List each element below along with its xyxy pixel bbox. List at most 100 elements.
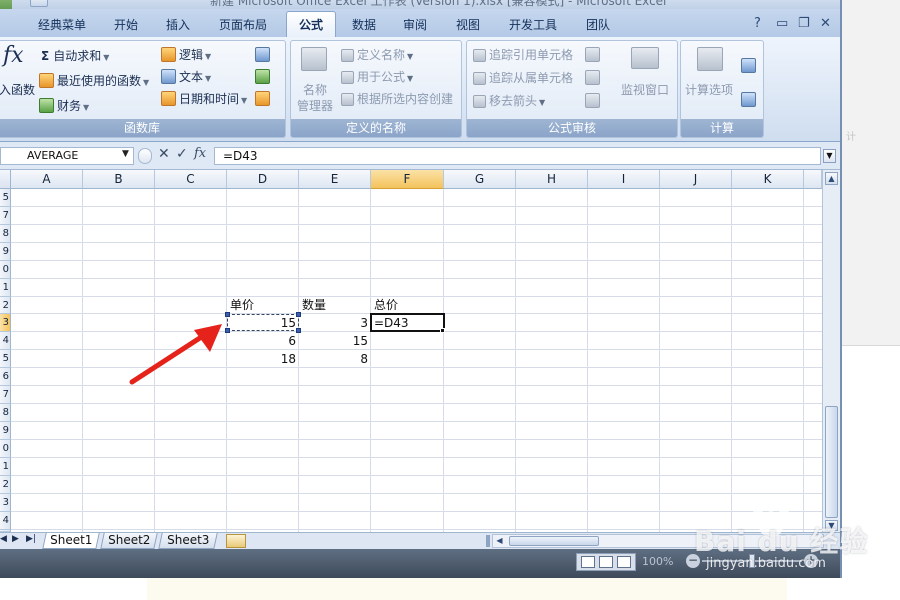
row-header[interactable]: 8 <box>0 404 11 422</box>
formula-input[interactable]: =D43 <box>214 147 821 165</box>
error-checking-button[interactable] <box>585 69 603 87</box>
show-formulas-button[interactable] <box>585 46 603 64</box>
row-header[interactable]: 4 <box>0 512 11 530</box>
row-header[interactable]: 5 <box>0 350 11 368</box>
create-from-selection-button[interactable]: 根据所选内容创建 <box>341 90 453 108</box>
tab-classic-menu[interactable]: 经典菜单 <box>26 15 98 35</box>
cell-d44[interactable]: 6 <box>227 332 299 350</box>
page-layout-view-icon[interactable] <box>599 556 613 568</box>
cancel-entry-icon[interactable]: ✕ <box>158 146 170 162</box>
cell-e43[interactable]: 3 <box>299 314 371 332</box>
worksheet-grid[interactable]: A B C D E F G H I J K 5 7 8 9 0 1 2 3 4 … <box>0 170 822 532</box>
column-header-i[interactable]: I <box>588 170 660 189</box>
fill-handle[interactable] <box>440 328 445 333</box>
insert-function-icon[interactable]: fx <box>3 45 24 67</box>
text-button[interactable]: 文本 ▼ <box>161 68 211 88</box>
trace-precedents-button[interactable]: 追踪引用单元格 <box>473 46 573 64</box>
formula-bar-resize-handle[interactable] <box>138 148 152 164</box>
tab-developer[interactable]: 开发工具 <box>498 15 568 35</box>
last-sheet-icon[interactable]: ▶| <box>26 534 36 544</box>
financial-button[interactable]: 财务 ▼ <box>39 97 89 117</box>
row-header[interactable]: 1 <box>0 458 11 476</box>
row-header[interactable]: 0 <box>0 261 11 279</box>
tab-split-handle[interactable] <box>486 535 490 547</box>
cell-e44[interactable]: 15 <box>299 332 371 350</box>
column-header-d[interactable]: D <box>227 170 299 189</box>
sheet-tab-1[interactable]: Sheet1 <box>42 533 100 549</box>
row-header[interactable]: 1 <box>0 279 11 297</box>
sheet-tab-3[interactable]: Sheet3 <box>158 533 218 549</box>
cell-d42[interactable]: 单价 <box>227 296 299 314</box>
column-header-g[interactable]: G <box>444 170 516 189</box>
column-header-k[interactable]: K <box>732 170 804 189</box>
expand-formula-bar-icon[interactable]: ▼ <box>823 149 836 163</box>
page-break-view-icon[interactable] <box>617 556 631 568</box>
row-header[interactable]: 3 <box>0 494 11 512</box>
select-all-corner[interactable] <box>0 170 11 189</box>
datetime-button[interactable]: 日期和时间 ▼ <box>161 90 247 110</box>
lookup-reference-button[interactable] <box>255 46 273 64</box>
insert-function-button[interactable]: 入函数 <box>0 81 35 99</box>
help-icon[interactable]: ? <box>754 16 761 31</box>
calc-sheet-button[interactable] <box>741 91 759 109</box>
calc-options-button[interactable]: 计算选项 <box>685 81 733 99</box>
calc-now-button[interactable] <box>741 57 759 75</box>
logical-button[interactable]: 逻辑 ▼ <box>161 46 211 66</box>
column-header-f[interactable]: F <box>371 170 444 189</box>
next-sheet-icon[interactable]: ▶ <box>12 534 19 544</box>
restore-icon[interactable]: ❐ <box>798 16 810 31</box>
column-header-b[interactable]: B <box>83 170 155 189</box>
use-in-formula-button[interactable]: 用于公式 ▼ <box>341 68 413 88</box>
tab-team[interactable]: 团队 <box>576 15 620 35</box>
row-header[interactable]: 4 <box>0 332 11 350</box>
row-header[interactable]: 7 <box>0 386 11 404</box>
column-header-partial[interactable] <box>804 170 822 189</box>
tab-view[interactable]: 视图 <box>446 15 490 35</box>
row-header[interactable]: 9 <box>0 243 11 261</box>
more-functions-button[interactable] <box>255 90 273 108</box>
minimize-ribbon-icon[interactable]: ▭ <box>776 16 788 31</box>
marquee-handle[interactable] <box>296 328 301 333</box>
name-box[interactable]: AVERAGE <box>0 147 134 165</box>
trace-dependents-button[interactable]: 追踪从属单元格 <box>473 69 573 87</box>
row-header-selected[interactable]: 3 <box>0 314 11 332</box>
row-header[interactable]: 2 <box>0 476 11 494</box>
insert-function-fx-icon[interactable]: fx <box>194 146 206 161</box>
scroll-up-icon[interactable]: ▲ <box>825 172 838 185</box>
office-button-icon[interactable] <box>0 0 12 9</box>
column-header-c[interactable]: C <box>155 170 227 189</box>
vertical-scrollbar[interactable]: ▲ ▼ <box>822 170 840 532</box>
autosum-button[interactable]: Σ 自动求和 ▼ <box>41 47 109 67</box>
marquee-handle[interactable] <box>296 312 301 317</box>
quick-access-save-icon[interactable] <box>30 0 48 7</box>
watch-window-button[interactable]: 监视窗口 <box>621 81 669 99</box>
insert-sheet-icon[interactable] <box>226 534 246 548</box>
column-header-h[interactable]: H <box>516 170 588 189</box>
horizontal-scroll-thumb[interactable] <box>509 536 599 546</box>
prev-sheet-icon[interactable]: ◀ <box>0 534 7 544</box>
cell-f42[interactable]: 总价 <box>371 296 443 314</box>
row-header[interactable]: 8 <box>0 225 11 243</box>
row-header[interactable]: 6 <box>0 368 11 386</box>
define-name-button[interactable]: 定义名称 ▼ <box>341 46 413 66</box>
sheet-tab-2[interactable]: Sheet2 <box>100 533 158 549</box>
tab-home[interactable]: 开始 <box>104 15 148 35</box>
remove-arrows-button[interactable]: 移去箭头 ▼ <box>473 92 545 112</box>
tab-data[interactable]: 数据 <box>342 15 386 35</box>
scroll-left-icon[interactable]: ◀ <box>493 535 506 547</box>
cell-e42[interactable]: 数量 <box>299 296 371 314</box>
row-header[interactable]: 5 <box>0 189 11 207</box>
column-header-j[interactable]: J <box>660 170 732 189</box>
close-icon[interactable]: ✕ <box>820 16 831 31</box>
cell-d45[interactable]: 18 <box>227 350 299 368</box>
cell-e45[interactable]: 8 <box>299 350 371 368</box>
tab-page-layout[interactable]: 页面布局 <box>208 15 278 35</box>
name-box-dropdown-icon[interactable]: ▼ <box>122 149 129 159</box>
column-header-e[interactable]: E <box>299 170 371 189</box>
tab-formulas[interactable]: 公式 <box>286 11 336 39</box>
column-header-a[interactable]: A <box>11 170 83 189</box>
zoom-level[interactable]: 100% <box>642 555 673 568</box>
marquee-handle[interactable] <box>225 312 230 317</box>
recently-used-button[interactable]: 最近使用的函数 ▼ <box>39 72 149 92</box>
row-header[interactable]: 9 <box>0 422 11 440</box>
